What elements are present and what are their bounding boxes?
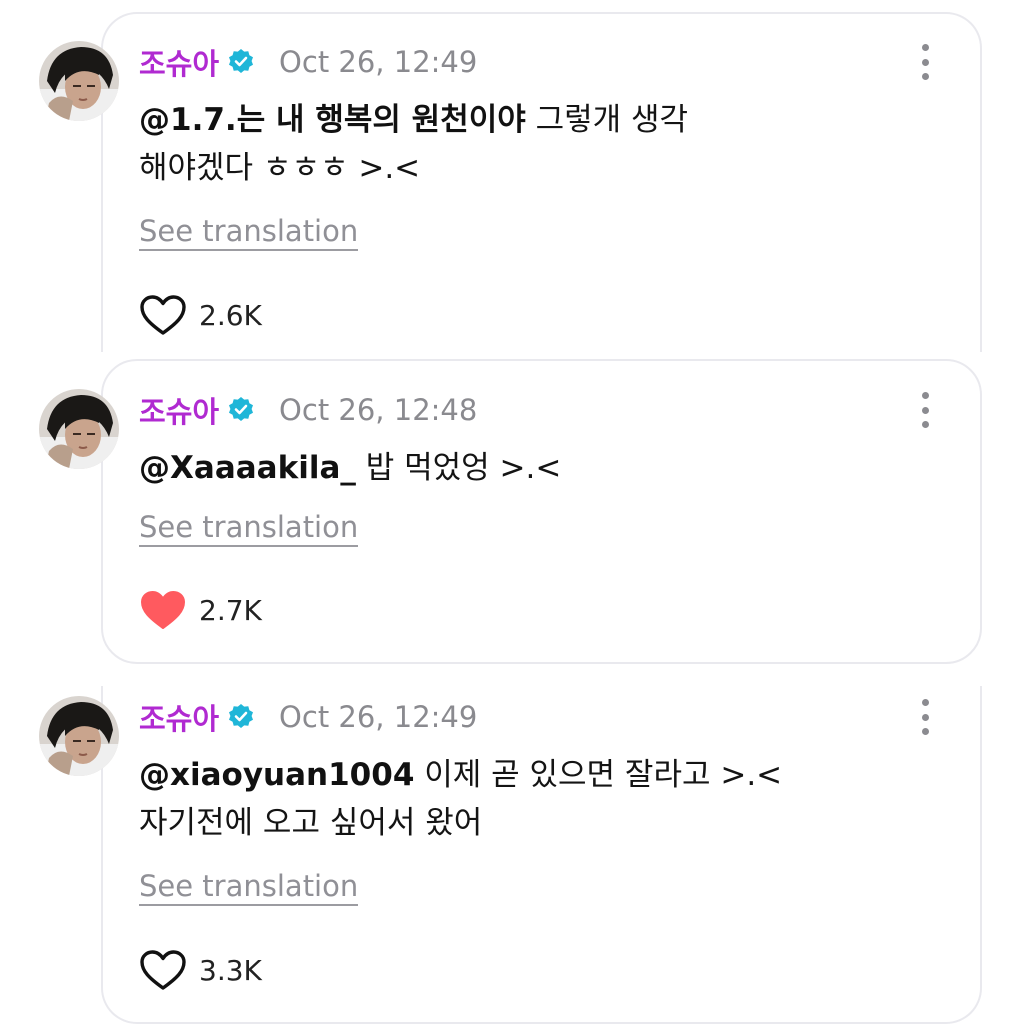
avatar[interactable] [39, 41, 119, 121]
mention-link[interactable]: @Xaaaakila_ [139, 450, 356, 486]
post-header: 조슈아 Oct 26, 12:49 [139, 42, 477, 82]
avatar[interactable] [39, 696, 119, 776]
like-button[interactable]: 2.7K [139, 589, 262, 631]
heart-icon [140, 295, 186, 335]
like-count: 2.6K [199, 298, 262, 332]
post-text-line: 그렇개 생각 [525, 102, 689, 138]
post-text-line: 밥 먹었엉 >.< [355, 450, 562, 486]
username[interactable]: 조슈아 [139, 389, 219, 431]
see-translation-link[interactable]: See translation [139, 869, 359, 906]
timestamp: Oct 26, 12:48 [279, 393, 478, 427]
heart-icon [140, 950, 186, 990]
avatar[interactable] [39, 389, 119, 469]
more-options-icon[interactable] [913, 392, 937, 428]
verified-icon [229, 49, 254, 73]
verified-icon [229, 704, 254, 728]
see-translation-link[interactable]: See translation [139, 214, 359, 251]
more-options-icon[interactable] [913, 699, 937, 735]
timestamp: Oct 26, 12:49 [279, 45, 478, 79]
post-text: @1.7.는 내 행복의 원천이야 그렇개 생각 해야겠다 ㅎㅎㅎ >.< [139, 96, 859, 192]
like-button[interactable]: 3.3K [139, 949, 262, 991]
post-header: 조슈아 Oct 26, 12:48 [139, 390, 477, 430]
timestamp: Oct 26, 12:49 [279, 700, 478, 734]
username[interactable]: 조슈아 [139, 41, 219, 83]
post-text-line: 해야겠다 ㅎㅎㅎ >.< [139, 150, 421, 186]
see-translation-link[interactable]: See translation [139, 510, 359, 547]
heart-filled-icon [141, 591, 185, 629]
username[interactable]: 조슈아 [139, 696, 219, 738]
post-text: @Xaaaakila_ 밥 먹었엉 >.< [139, 444, 859, 492]
mention-link[interactable]: @1.7.는 내 행복의 원천이야 [139, 102, 526, 138]
more-options-icon[interactable] [913, 44, 937, 80]
like-button[interactable]: 2.6K [139, 294, 262, 336]
post-header: 조슈아 Oct 26, 12:49 [139, 697, 477, 737]
like-count: 3.3K [199, 953, 262, 987]
post-text-line: 이제 곧 있으면 잘라고 >.< [414, 757, 783, 793]
verified-icon [229, 397, 254, 421]
mention-link[interactable]: @xiaoyuan1004 [139, 757, 414, 793]
post-text-line: 자기전에 오고 싶어서 왔어 [139, 805, 483, 841]
like-count: 2.7K [199, 593, 262, 627]
post-text: @xiaoyuan1004 이제 곧 있으면 잘라고 >.< 자기전에 오고 싶… [139, 751, 859, 847]
